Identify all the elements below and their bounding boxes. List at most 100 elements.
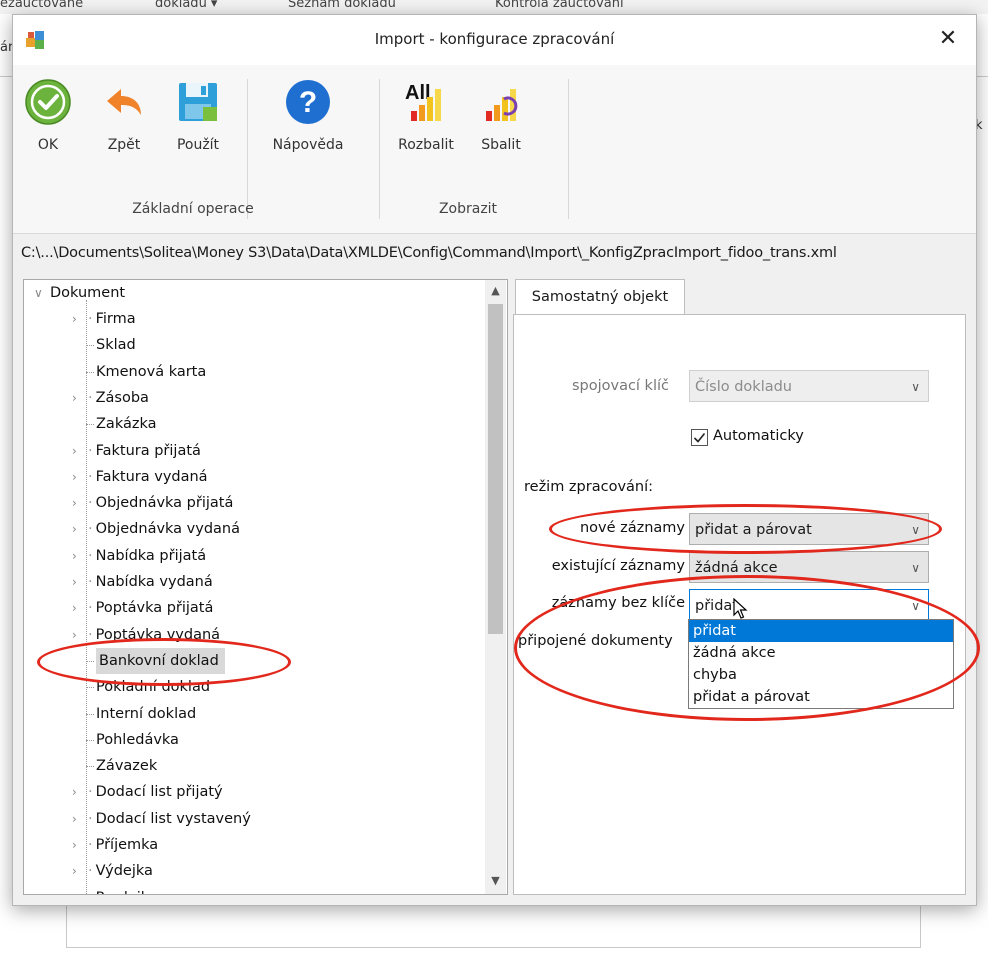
tree-item[interactable]: › · Firma — [72, 306, 136, 332]
chevron-down-icon: ∨ — [911, 561, 920, 575]
tree-item[interactable]: Bankovní doklad — [96, 647, 225, 674]
attached-documents-label: připojené dokumenty — [518, 633, 673, 649]
tree-connector: · — [88, 521, 93, 538]
tree-item-label: Příjemka — [95, 837, 159, 853]
tree-connector — [86, 713, 94, 715]
tree-item[interactable]: › · Dodací list přijatý — [72, 779, 223, 805]
automatic-checkbox[interactable] — [691, 429, 708, 446]
tree-connector — [86, 739, 94, 741]
join-key-select: Číslo dokladu ∨ — [689, 370, 929, 402]
tree-item[interactable]: › · Objednávka vydaná — [72, 516, 240, 542]
no-key-records-select[interactable]: přidat ∨ — [689, 589, 929, 621]
scroll-thumb[interactable] — [488, 304, 503, 634]
mouse-cursor-icon — [733, 598, 748, 619]
ribbon-separator — [379, 79, 380, 219]
tree-connector: · — [88, 495, 93, 512]
tree-item-label: Nabídka přijatá — [95, 547, 207, 564]
tree-connector: · — [88, 547, 93, 564]
tree-item[interactable]: Zakázka — [96, 411, 157, 437]
tree-root-dokument[interactable]: ∨ Dokument — [34, 280, 125, 306]
tree-item-label: Firma — [95, 311, 136, 327]
background-fragment: ár — [0, 40, 14, 55]
tree-item[interactable]: › · Zásoba — [72, 385, 149, 411]
tree-item[interactable]: Interní doklad — [96, 701, 196, 727]
tree-item[interactable]: › · Objednávka přijatá — [72, 490, 233, 516]
join-key-label: spojovací klíč — [571, 378, 669, 394]
collapse-button[interactable]: Sbalit — [471, 77, 531, 153]
tree-connector — [86, 766, 94, 768]
tree-item[interactable]: Kmenová karta — [96, 359, 206, 385]
no-key-records-value: přidat — [695, 598, 738, 614]
tree-item[interactable]: › · Nabídka vydaná — [72, 569, 213, 595]
svg-text:?: ? — [299, 86, 317, 119]
help-button[interactable]: ? Nápověda — [263, 77, 353, 153]
all-badge-text: All — [405, 82, 431, 104]
background-tab: Kontrola zaúčtování — [495, 0, 624, 11]
tree-item-label: Zakázka — [96, 416, 157, 433]
expand-all-label: Rozbalit — [398, 137, 454, 153]
apply-button[interactable]: Použít — [168, 77, 228, 153]
existing-records-label: existující záznamy — [551, 558, 685, 574]
tree-item-label: Dokument — [50, 285, 126, 301]
tree-scrollbar[interactable]: ▲ ▼ — [485, 280, 506, 894]
chevron-down-icon: ∨ — [911, 380, 920, 394]
check-icon — [693, 432, 706, 443]
chevron-down-icon: ∨ — [911, 523, 920, 537]
scroll-down-icon[interactable]: ▼ — [485, 870, 506, 892]
tree-item[interactable]: Sklad — [96, 332, 136, 358]
expand-all-button[interactable]: All Rozbalit — [396, 77, 456, 153]
tree-connector — [86, 371, 94, 373]
close-button[interactable]: ✕ — [935, 25, 961, 53]
dropdown-option[interactable]: žádná akce — [689, 642, 953, 664]
ribbon-separator — [247, 79, 248, 219]
save-icon — [179, 83, 217, 121]
tree-item[interactable]: › · Faktura přijatá — [72, 438, 201, 464]
group-display: Zobrazit — [438, 201, 498, 217]
tree-item-label: Zásoba — [95, 389, 149, 406]
existing-records-select[interactable]: žádná akce ∨ — [689, 551, 929, 583]
tree-item[interactable]: Pohledávka — [96, 727, 179, 753]
background-divider — [0, 76, 12, 77]
ok-button[interactable]: OK — [23, 77, 73, 153]
tree-item[interactable]: › · Dodací list vystavený — [72, 806, 251, 832]
tree-connector: · — [88, 442, 93, 459]
tree-connector — [86, 660, 94, 662]
background-panel — [66, 905, 921, 948]
background-toolbar: ezaúčtované dokladu ▾ Seznam dokladů Kon… — [0, 0, 988, 14]
new-records-select[interactable]: přidat a párovat ∨ — [689, 513, 929, 545]
tree-item-label: Objednávka přijatá — [95, 495, 234, 512]
config-file-path: C:\...\Documents\Solitea\Money S3\Data\D… — [21, 245, 837, 261]
tab-standalone-object[interactable]: Samostatný objekt — [515, 279, 685, 316]
tree-item-label: Faktura přijatá — [95, 442, 201, 459]
tree-item-label: Výdejka — [95, 863, 153, 880]
help-icon: ? — [286, 80, 330, 124]
tree-item-label: Sklad — [96, 337, 136, 354]
chevron-down-icon: ∨ — [911, 599, 920, 613]
dropdown-option[interactable]: chyba — [689, 664, 953, 686]
back-button[interactable]: Zpět — [99, 77, 149, 153]
tree-item[interactable]: › · Poptávka přijatá — [72, 595, 213, 621]
tree-connector: · — [88, 468, 93, 485]
tree-connector: · — [88, 389, 93, 406]
tree-connector: · — [88, 311, 93, 327]
tree-item[interactable]: Závazek — [96, 753, 157, 779]
tree-item[interactable]: › · Poptávka vydaná — [72, 622, 220, 648]
tree-item-label: Kmenová karta — [96, 363, 207, 380]
back-label: Zpět — [107, 137, 141, 153]
new-records-label: nové záznamy — [579, 520, 685, 536]
chevron-down-icon[interactable]: ∨ — [34, 280, 50, 306]
scroll-up-icon[interactable]: ▲ — [485, 280, 506, 302]
no-key-records-dropdown[interactable]: přidat žádná akce chyba přidat a párovat — [688, 619, 954, 709]
tree-item-label: Pokladní doklad — [96, 679, 211, 696]
dropdown-option[interactable]: přidat — [689, 620, 953, 642]
back-arrow-icon — [107, 89, 141, 115]
tree-item[interactable]: › · Nabídka přijatá — [72, 543, 206, 569]
tree-item[interactable]: › · Příjemka — [72, 832, 158, 858]
tree-item[interactable]: ›·Prodejka — [72, 885, 158, 894]
tree-item[interactable]: › · Faktura vydaná — [72, 464, 208, 490]
document-tree[interactable]: ∨ Dokument › · Firma Sklad Kmenová karta › · Zás… — [23, 279, 508, 895]
tree-item[interactable]: › · Výdejka — [72, 858, 153, 884]
tree-item[interactable]: Pokladní doklad — [96, 674, 210, 700]
collapse-icon — [486, 89, 518, 121]
dropdown-option[interactable]: přidat a párovat — [689, 686, 953, 708]
